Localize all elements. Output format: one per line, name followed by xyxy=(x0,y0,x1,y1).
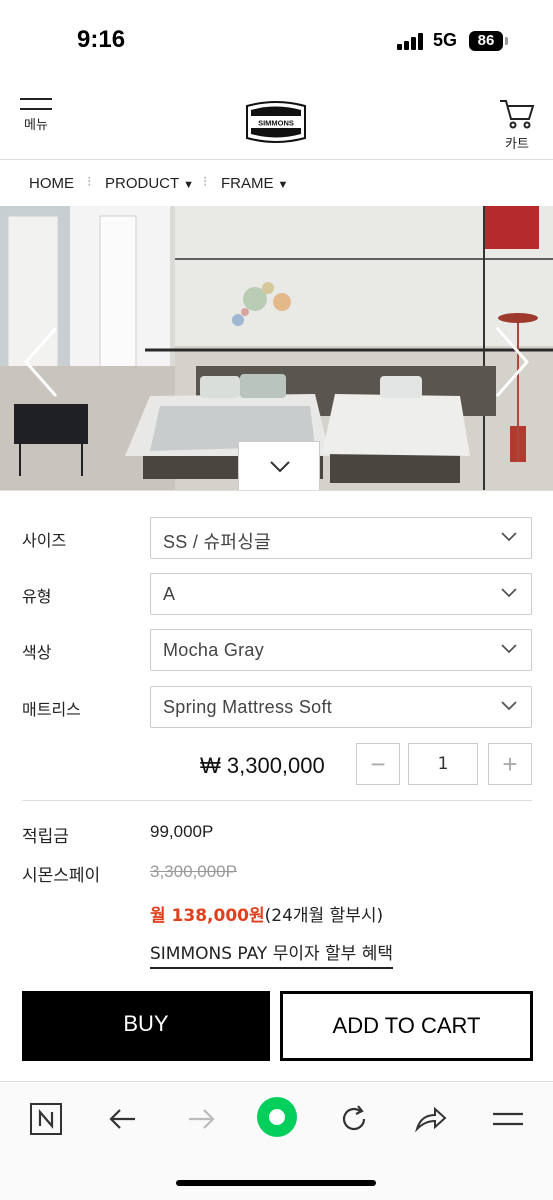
forward-arrow-icon[interactable] xyxy=(183,1101,219,1137)
menu-lines-icon[interactable] xyxy=(490,1101,526,1137)
simmons-logo[interactable]: SIMMONS xyxy=(241,100,311,144)
mattress-select-value: Spring Mattress Soft xyxy=(163,697,333,717)
option-label-type: 유형 xyxy=(22,587,52,606)
color-select[interactable]: Mocha Gray xyxy=(150,629,532,671)
chevron-down-icon xyxy=(501,532,517,542)
site-header: 메뉴 SIMMONS 카트 xyxy=(0,80,553,160)
chevron-down-icon xyxy=(501,644,517,654)
back-arrow-icon[interactable] xyxy=(105,1101,141,1137)
option-label-color: 색상 xyxy=(22,643,52,662)
signal-icon xyxy=(397,33,425,50)
menu-label: 메뉴 xyxy=(24,118,48,133)
cart-label: 카트 xyxy=(505,137,529,152)
product-price: ₩ 3,300,000 xyxy=(200,753,325,778)
caret-down-icon: ▼ xyxy=(277,179,289,191)
logo-text: SIMMONS xyxy=(258,119,294,128)
mattress-select[interactable]: Spring Mattress Soft xyxy=(150,686,532,728)
add-to-cart-button[interactable]: ADD TO CART xyxy=(280,991,533,1061)
network-type: 5G xyxy=(433,30,458,50)
breadcrumb-home[interactable]: HOME xyxy=(29,175,74,192)
type-select[interactable]: A xyxy=(150,573,532,615)
quantity-decrease-button[interactable]: − xyxy=(356,743,400,785)
color-select-value: Mocha Gray xyxy=(163,640,265,660)
reload-icon[interactable] xyxy=(336,1101,372,1137)
clock: 9:16 xyxy=(77,26,126,53)
status-bar: 9:16 5G 86 xyxy=(0,0,553,80)
monthly-installment: 월 138,000원(24개월 할부시) xyxy=(150,901,383,926)
original-pay-price: 3,300,000P xyxy=(150,862,237,881)
caret-down-icon: ▼ xyxy=(183,179,195,191)
battery-indicator: 86 xyxy=(469,31,503,51)
chevron-down-icon xyxy=(501,701,517,711)
chevron-down-icon xyxy=(501,588,517,598)
breadcrumb: HOME ⁝ PRODUCT ▼ ⁝ FRAME ▼ xyxy=(0,161,553,206)
option-label-size: 사이즈 xyxy=(22,531,67,550)
product-options-panel: 사이즈 SS / 슈퍼싱글 유형 A 색상 Mocha Gray 매트리스 Sp… xyxy=(0,490,553,1082)
type-select-value: A xyxy=(163,584,176,604)
naver-icon[interactable] xyxy=(28,1101,64,1137)
simmons-pay-benefit-link[interactable]: SIMMONS PAY 무이자 할부 혜택 xyxy=(150,939,393,969)
chevron-down-icon xyxy=(270,461,290,473)
menu-button[interactable]: 메뉴 xyxy=(18,98,54,150)
simmons-pay-label: 시몬스페이 xyxy=(22,866,101,886)
size-select-value: SS / 슈퍼싱글 xyxy=(163,532,271,552)
monthly-note: (24개월 할부시) xyxy=(264,906,384,926)
size-select[interactable]: SS / 슈퍼싱글 xyxy=(150,517,532,559)
home-indicator xyxy=(176,1180,376,1186)
monthly-amount: 월 138,000원 xyxy=(150,906,265,926)
battery-cap xyxy=(505,37,508,45)
expand-tab[interactable] xyxy=(238,441,320,491)
green-dot-icon[interactable] xyxy=(255,1095,299,1139)
option-label-mattress: 매트리스 xyxy=(22,700,81,719)
next-arrow-icon[interactable] xyxy=(495,326,531,398)
cart-icon xyxy=(500,100,535,129)
points-label: 적립금 xyxy=(22,827,69,847)
buy-button[interactable]: BUY xyxy=(22,991,270,1061)
hamburger-icon xyxy=(20,98,52,100)
quantity-input[interactable]: 1 xyxy=(408,743,478,785)
quantity-increase-button[interactable]: + xyxy=(488,743,532,785)
breadcrumb-separator: ⁝ xyxy=(203,173,208,189)
breadcrumb-separator: ⁝ xyxy=(87,173,92,189)
divider xyxy=(22,800,532,801)
cart-button[interactable]: 카트 xyxy=(496,97,538,152)
breadcrumb-frame[interactable]: FRAME ▼ xyxy=(221,175,288,192)
prev-arrow-icon[interactable] xyxy=(22,326,58,398)
points-value: 99,000P xyxy=(150,822,214,841)
share-icon[interactable] xyxy=(413,1101,449,1137)
breadcrumb-product[interactable]: PRODUCT ▼ xyxy=(105,175,194,192)
